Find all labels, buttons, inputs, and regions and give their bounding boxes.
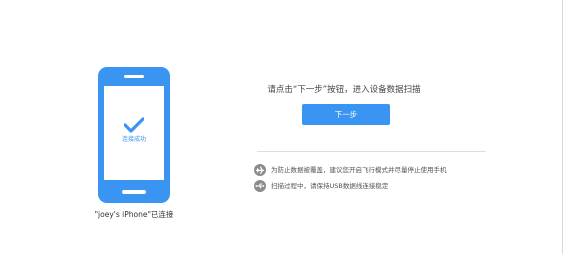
device-connected-label: "joey's iPhone"已连接 [94,210,174,219]
next-step-button[interactable]: 下一步 [302,104,390,125]
tip-text: 扫描过程中，请保持USB数据线连接稳定 [271,182,389,190]
phone-screen: 连接成功 [104,86,164,180]
checkmark-icon [124,117,144,133]
phone-home-button [122,190,146,194]
tip-airplane-mode: 为防止数据被覆盖，建议您开启飞行模式并尽量停止使用手机 [254,164,447,176]
phone-illustration: 连接成功 [98,67,170,203]
tip-usb-connection: 扫描过程中，请保持USB数据线连接稳定 [254,180,388,192]
airplane-icon [254,164,266,176]
connection-success-text: 连接成功 [121,136,146,143]
tip-text: 为防止数据被覆盖，建议您开启飞行模式并尽量停止使用手机 [271,166,447,174]
phone-speaker [124,75,144,78]
instruction-text: 请点击“下一步”按钮，进入设备数据扫描 [267,85,421,95]
divider [257,151,486,152]
usb-icon [254,180,266,192]
